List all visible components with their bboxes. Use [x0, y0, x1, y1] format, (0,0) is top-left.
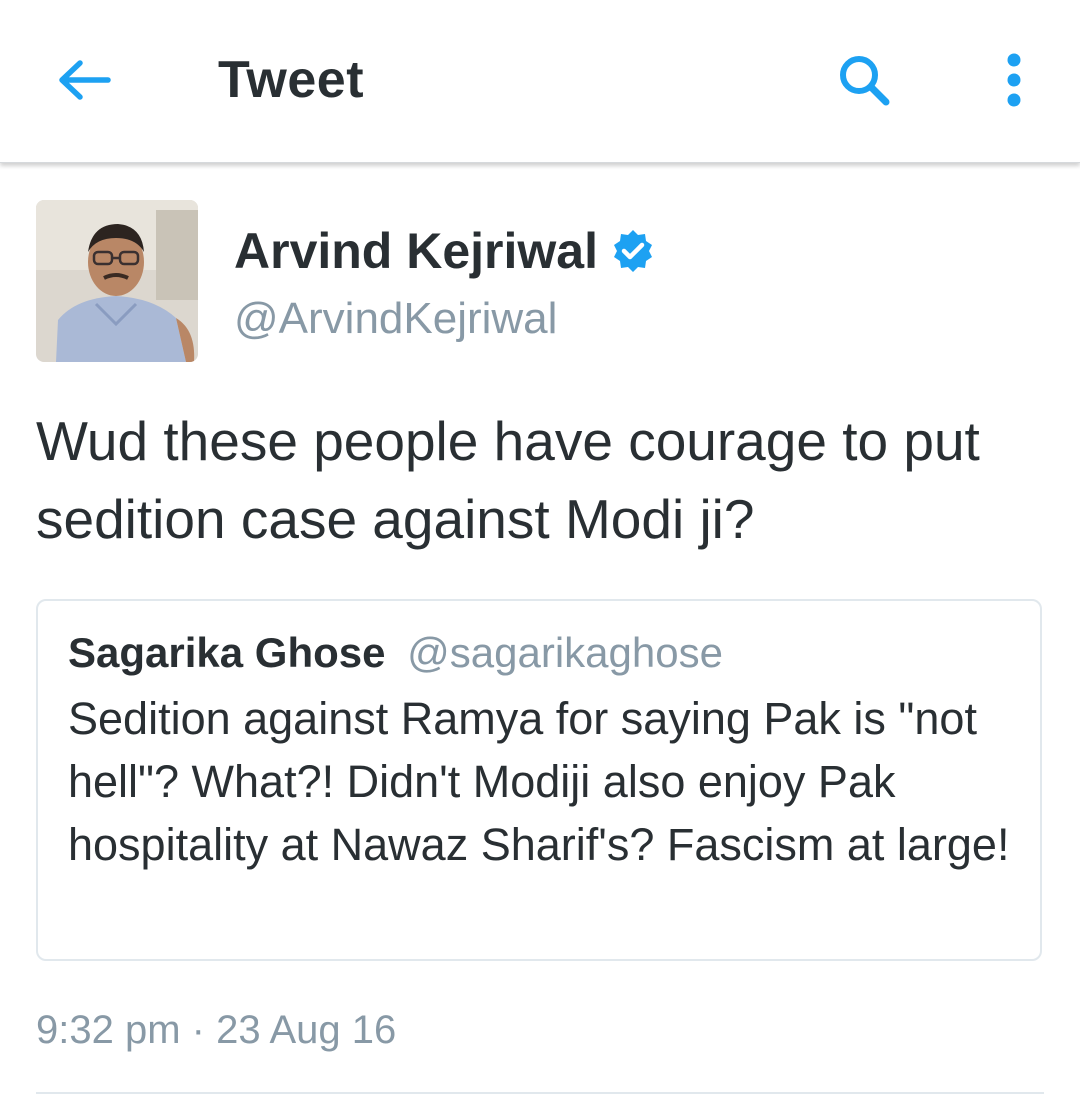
tweet-timestamp: 9:32 pm · 23 Aug 16 — [36, 1008, 397, 1052]
author-name-text: Arvind Kejriwal — [234, 223, 598, 279]
verified-badge-icon — [610, 228, 656, 274]
search-icon — [840, 56, 890, 106]
quoted-tweet-card[interactable]: Sagarika Ghose @sagarikaghose Sedition a… — [36, 599, 1042, 961]
page-title: Tweet — [218, 51, 365, 109]
quoted-author-name: Sagarika Ghose — [68, 629, 386, 676]
more-vertical-icon — [1007, 53, 1021, 107]
avatar-image — [36, 200, 198, 362]
arrow-left-icon — [59, 60, 111, 100]
tweet-text: Wud these people have courage to put sed… — [36, 410, 980, 550]
author-avatar[interactable] — [36, 200, 198, 362]
search-button[interactable] — [826, 44, 902, 116]
author-handle[interactable]: @ArvindKejriwal — [234, 294, 557, 344]
app-bar: Tweet — [0, 0, 1080, 163]
more-options-button[interactable] — [984, 44, 1044, 116]
back-button[interactable] — [46, 44, 122, 116]
divider — [36, 1092, 1044, 1094]
author-name[interactable]: Arvind Kejriwal — [234, 222, 656, 280]
quoted-author-handle: @sagarikaghose — [407, 629, 723, 676]
quoted-tweet-header: Sagarika Ghose @sagarikaghose — [68, 629, 723, 677]
quoted-tweet-text: Sedition against Ramya for saying Pak is… — [68, 693, 1010, 870]
